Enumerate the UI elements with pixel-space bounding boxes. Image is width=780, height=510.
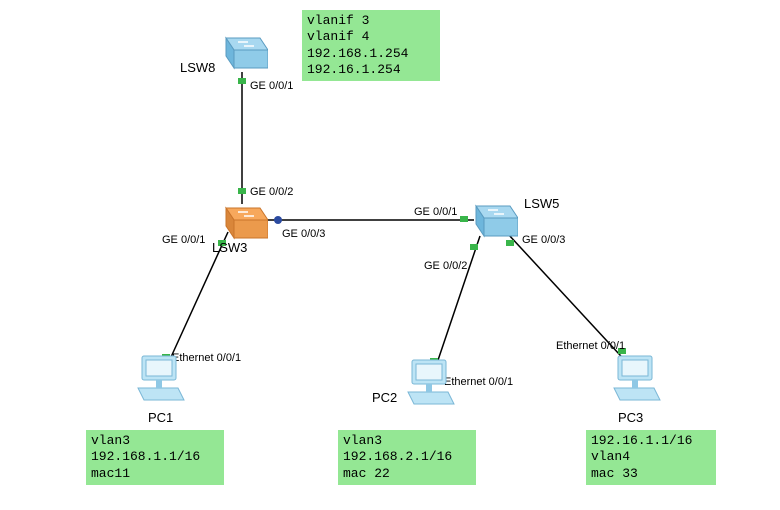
infobox-line: vlanif 4	[307, 29, 435, 45]
port-label: GE 0/0/3	[282, 228, 325, 240]
infobox-pc1: vlan3 192.168.1.1/16 mac11	[86, 430, 224, 485]
infobox-pc2: vlan3 192.168.2.1/16 mac 22	[338, 430, 476, 485]
switch-lsw8[interactable]	[218, 28, 268, 76]
port-label: GE 0/0/2	[424, 260, 467, 272]
infobox-line: vlan3	[343, 433, 471, 449]
switch-icon	[468, 196, 518, 240]
port-label: GE 0/0/1	[162, 234, 205, 246]
pc2[interactable]	[398, 356, 458, 416]
infobox-line: mac11	[91, 466, 219, 482]
port-label: Ethernet 0/0/1	[556, 340, 625, 352]
lsw5-label: LSW5	[524, 196, 559, 211]
pc-icon	[604, 352, 664, 408]
pc3-label: PC3	[618, 410, 643, 425]
infobox-line: vlanif 3	[307, 13, 435, 29]
infobox-line: 192.168.2.1/16	[343, 449, 471, 465]
infobox-line: 192.16.1.1/16	[591, 433, 711, 449]
infobox-line: vlan3	[91, 433, 219, 449]
port-label: GE 0/0/2	[250, 186, 293, 198]
pc-icon	[128, 352, 188, 408]
switch-lsw5[interactable]	[468, 196, 518, 244]
pc1-label: PC1	[148, 410, 173, 425]
switch-icon	[218, 198, 268, 242]
infobox-line: vlan4	[591, 449, 711, 465]
topology-canvas: LSW8 LSW3 LSW5 PC1	[0, 0, 780, 510]
infobox-pc3: 192.16.1.1/16 vlan4 mac 33	[586, 430, 716, 485]
lsw8-label: LSW8	[180, 60, 215, 75]
pc3[interactable]	[604, 352, 664, 412]
pc-icon	[398, 356, 458, 412]
switch-lsw3[interactable]	[218, 198, 268, 246]
pc1[interactable]	[128, 352, 188, 412]
port-label: GE 0/0/1	[414, 206, 457, 218]
infobox-line: 192.168.1.1/16	[91, 449, 219, 465]
port-label: GE 0/0/3	[522, 234, 565, 246]
port-label: GE 0/0/1	[250, 80, 293, 92]
infobox-line: mac 33	[591, 466, 711, 482]
infobox-line: mac 22	[343, 466, 471, 482]
pc2-label: PC2	[372, 390, 397, 405]
infobox-top: vlanif 3 vlanif 4 192.168.1.254 192.16.1…	[302, 10, 440, 81]
switch-icon	[218, 28, 268, 72]
infobox-line: 192.168.1.254	[307, 46, 435, 62]
infobox-line: 192.16.1.254	[307, 62, 435, 78]
